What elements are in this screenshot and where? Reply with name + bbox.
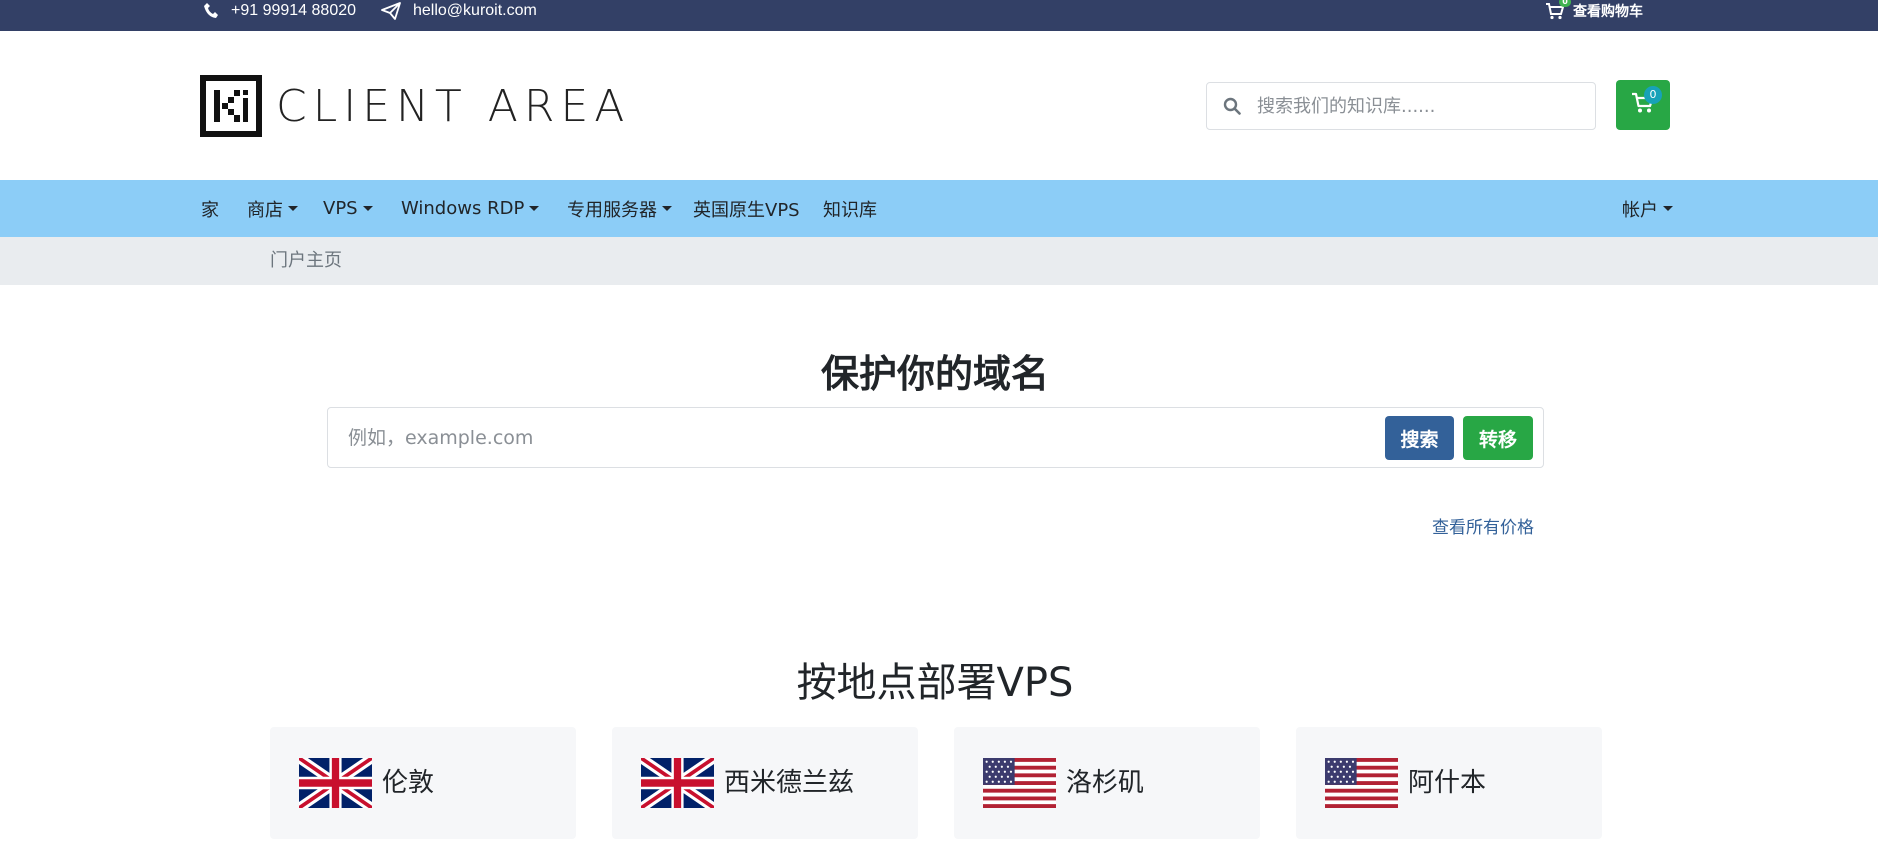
top-bar: +91 99914 88020 hello@kuroit.com 0 查看购物车 [0, 0, 1878, 31]
phone-contact[interactable]: +91 99914 88020 [203, 0, 356, 21]
knowledgebase-search[interactable] [1206, 82, 1596, 130]
nav-label: VPS [323, 198, 358, 219]
domain-search-form: 搜索 转移 [327, 407, 1544, 468]
search-icon [1207, 97, 1257, 115]
breadcrumb: 门户主页 [0, 237, 1878, 285]
nav-label: 知识库 [823, 199, 877, 221]
nav-item-windows-rdp[interactable]: Windows RDP [401, 180, 540, 237]
nav-label: 帐户 [1622, 199, 1658, 221]
main-navigation: 家 商店 VPS Windows RDP 专用服务器 英国原生VPS 知识库 帐… [0, 180, 1878, 237]
nav-item-knowledgebase[interactable]: 知识库 [823, 180, 877, 237]
knowledgebase-search-input[interactable] [1257, 95, 1577, 117]
site-logo[interactable]: CLIENT AREA [200, 75, 630, 137]
domain-search-input[interactable] [348, 422, 1348, 454]
view-all-prices-link[interactable]: 查看所有价格 [1432, 513, 1534, 538]
nav-item-uk-native-vps[interactable]: 英国原生VPS [693, 180, 800, 237]
phone-number: +91 99914 88020 [231, 1, 357, 19]
location-name: 西米德兰兹 [724, 768, 855, 798]
nav-label: 专用服务器 [567, 199, 657, 221]
nav-item-home[interactable]: 家 [201, 180, 219, 237]
us-flag-icon [983, 758, 1056, 808]
us-flag-icon [1325, 758, 1398, 808]
email-contact[interactable]: hello@kuroit.com [381, 0, 537, 21]
uk-flag-icon [641, 758, 714, 808]
caret-down-icon [662, 206, 672, 211]
topbar-cart-badge: 0 [1559, 0, 1571, 7]
logo-mark [200, 75, 262, 137]
nav-label: 商店 [247, 199, 283, 221]
email-address: hello@kuroit.com [413, 1, 537, 19]
nav-item-account[interactable]: 帐户 [1622, 180, 1673, 237]
location-card-ashburn[interactable]: 阿什本 [1296, 727, 1602, 839]
location-card-west-midlands[interactable]: 西米德兰兹 [612, 727, 918, 839]
paper-plane-icon [381, 1, 401, 20]
nav-item-dedicated-servers[interactable]: 专用服务器 [567, 180, 672, 237]
cart-icon: 0 [1545, 0, 1571, 20]
caret-down-icon [529, 206, 540, 211]
cart-button[interactable]: 0 [1616, 80, 1670, 130]
logo-text: CLIENT AREA [276, 80, 631, 132]
domain-search-button[interactable]: 搜索 [1385, 416, 1454, 460]
phone-icon [203, 2, 219, 20]
location-name: 伦敦 [382, 768, 435, 798]
nav-item-store[interactable]: 商店 [247, 180, 298, 237]
cart-count-badge: 0 [1644, 86, 1662, 104]
caret-down-icon [1663, 206, 1673, 211]
view-cart-label: 查看购物车 [1573, 3, 1643, 20]
locations-title: 按地点部署VPS [796, 660, 1074, 706]
location-name: 洛杉矶 [1066, 768, 1145, 798]
location-card-london[interactable]: 伦敦 [270, 727, 576, 839]
breadcrumb-current: 门户主页 [270, 250, 342, 271]
caret-down-icon [362, 206, 373, 211]
nav-label: Windows RDP [401, 198, 525, 219]
nav-label: 家 [201, 199, 219, 221]
location-name: 阿什本 [1408, 768, 1487, 798]
nav-label: 英国原生VPS [693, 199, 800, 221]
domain-transfer-button[interactable]: 转移 [1463, 416, 1533, 460]
domain-title: 保护你的域名 [820, 352, 1049, 396]
location-card-los-angeles[interactable]: 洛杉矶 [954, 727, 1260, 839]
view-cart-link[interactable]: 0 查看购物车 [1545, 0, 1643, 21]
caret-down-icon [288, 206, 298, 211]
nav-item-vps[interactable]: VPS [323, 180, 373, 237]
uk-flag-icon [299, 758, 372, 808]
